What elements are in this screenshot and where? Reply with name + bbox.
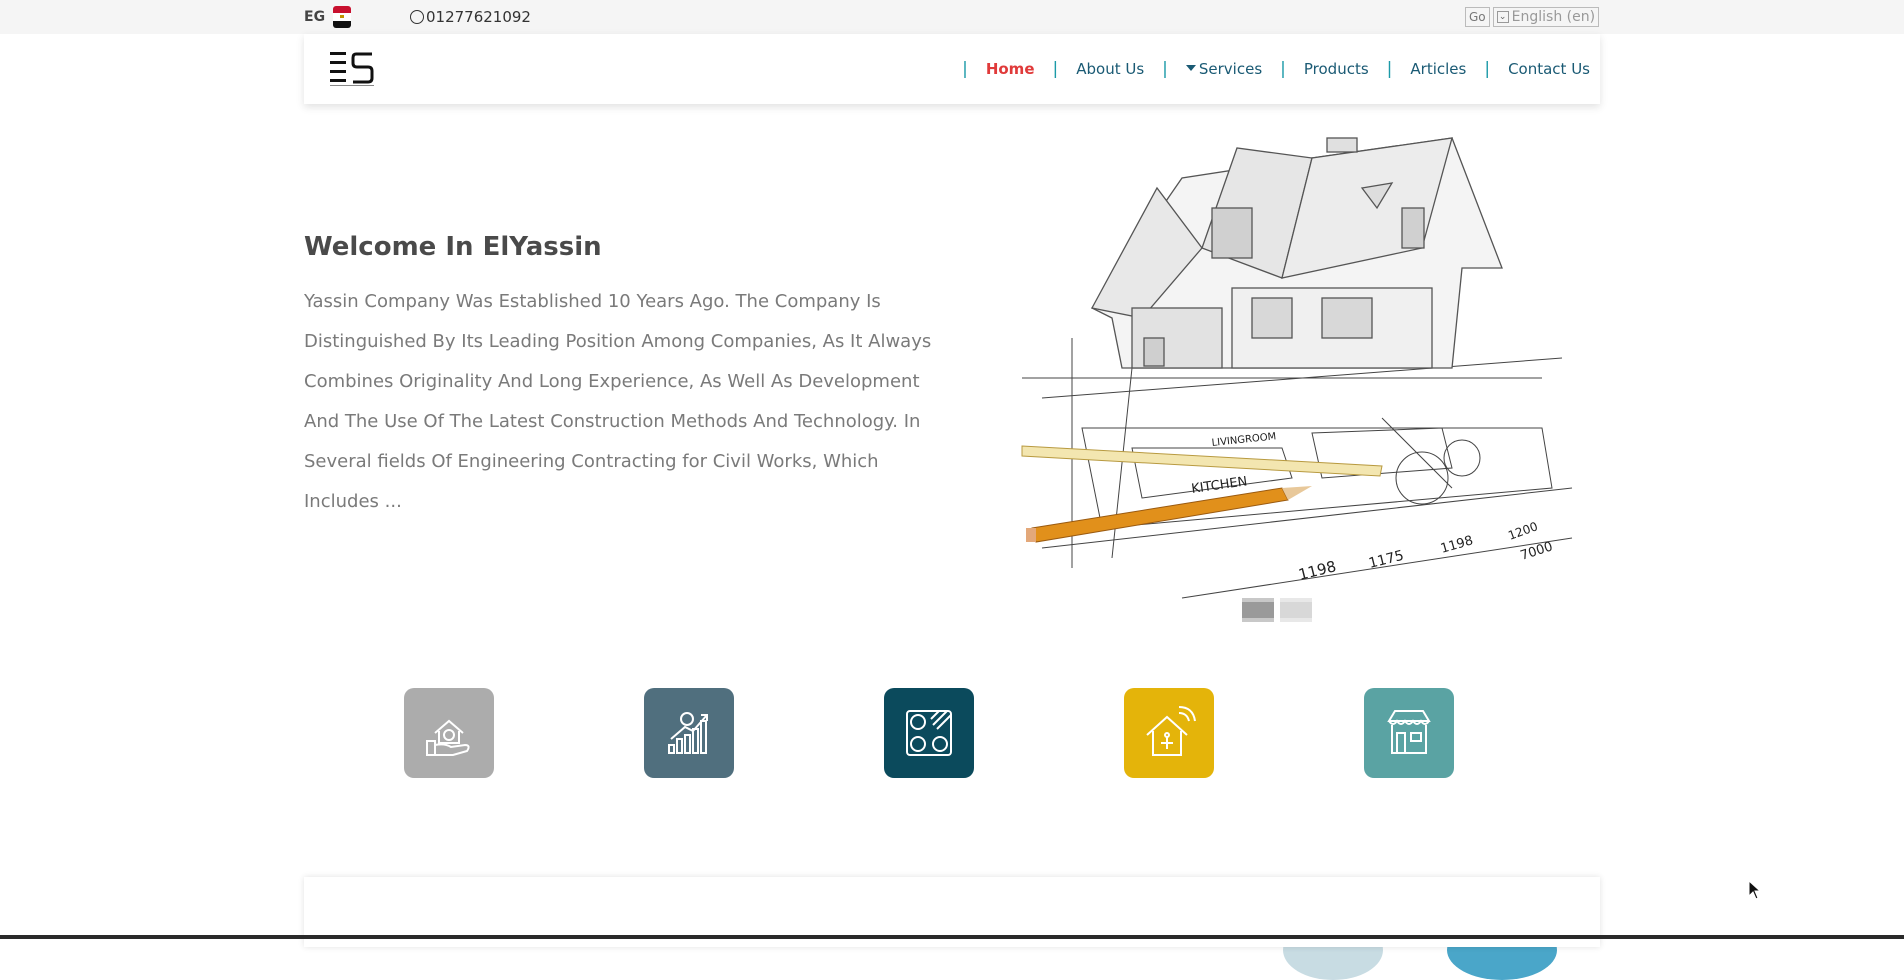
hero-title: Welcome In ElYassin xyxy=(304,232,602,262)
nav-about-us[interactable]: About Us xyxy=(1076,60,1144,78)
country-code: EG xyxy=(304,9,326,25)
real-estate-hand-icon xyxy=(426,719,470,756)
svg-text:LIVINGROOM: LIVINGROOM xyxy=(1211,431,1277,449)
main-navbar: | Home | About Us | Services | Products … xyxy=(304,34,1600,104)
investment-growth-icon xyxy=(668,712,708,754)
nav-products[interactable]: Products xyxy=(1304,60,1369,78)
service-tile-real-estate[interactable] xyxy=(404,688,494,778)
slider-dot-2[interactable] xyxy=(1280,598,1312,622)
nav-contact-us[interactable]: Contact Us xyxy=(1508,60,1590,78)
svg-text:1175: 1175 xyxy=(1367,548,1405,572)
bottom-divider xyxy=(0,935,1904,939)
svg-text:1200: 1200 xyxy=(1506,519,1539,543)
hero-description: Yassin Company Was Established 10 Years … xyxy=(304,291,932,512)
language-select[interactable]: ⌄ English (en) xyxy=(1492,7,1600,27)
egypt-flag-icon[interactable] xyxy=(333,6,351,28)
phone-contact[interactable]: 01277621092 xyxy=(410,8,531,26)
service-tile-smart-home[interactable] xyxy=(1124,688,1214,778)
slider-dots xyxy=(1242,598,1312,622)
chevron-down-icon: ⌄ xyxy=(1496,11,1509,23)
language-selected-label: English (en) xyxy=(1511,9,1596,25)
store-icon xyxy=(1387,710,1431,754)
whatsapp-icon xyxy=(410,10,424,24)
caret-down-icon xyxy=(1185,65,1196,71)
svg-text:KITCHEN: KITCHEN xyxy=(1190,474,1248,497)
mouse-cursor-icon xyxy=(1748,880,1762,900)
service-tile-investment[interactable] xyxy=(644,688,734,778)
hero-house-image: KITCHEN LIVINGROOM 1198 1175 1198 1200 7… xyxy=(982,128,1578,628)
slider-dot-1[interactable] xyxy=(1242,598,1274,622)
nav-menu: | Home | About Us | Services | Products … xyxy=(962,59,1590,79)
language-switcher: Go ⌄ English (en) xyxy=(1465,7,1600,27)
top-bar: EG 01277621092 Go ⌄ English (en) xyxy=(0,0,1904,34)
language-go-button[interactable]: Go xyxy=(1465,7,1490,27)
smart-home-icon xyxy=(1146,706,1196,756)
phone-number[interactable]: 01277621092 xyxy=(426,8,531,26)
service-tile-materials[interactable] xyxy=(884,688,974,778)
tiles-materials-icon xyxy=(906,710,952,756)
nav-articles[interactable]: Articles xyxy=(1410,60,1466,78)
svg-text:1198: 1198 xyxy=(1297,557,1338,584)
nav-services[interactable]: Services xyxy=(1185,60,1262,78)
nav-home[interactable]: Home xyxy=(986,60,1035,78)
svg-text:7000: 7000 xyxy=(1519,539,1555,563)
service-tile-store[interactable] xyxy=(1364,688,1454,778)
site-logo[interactable] xyxy=(328,50,376,88)
